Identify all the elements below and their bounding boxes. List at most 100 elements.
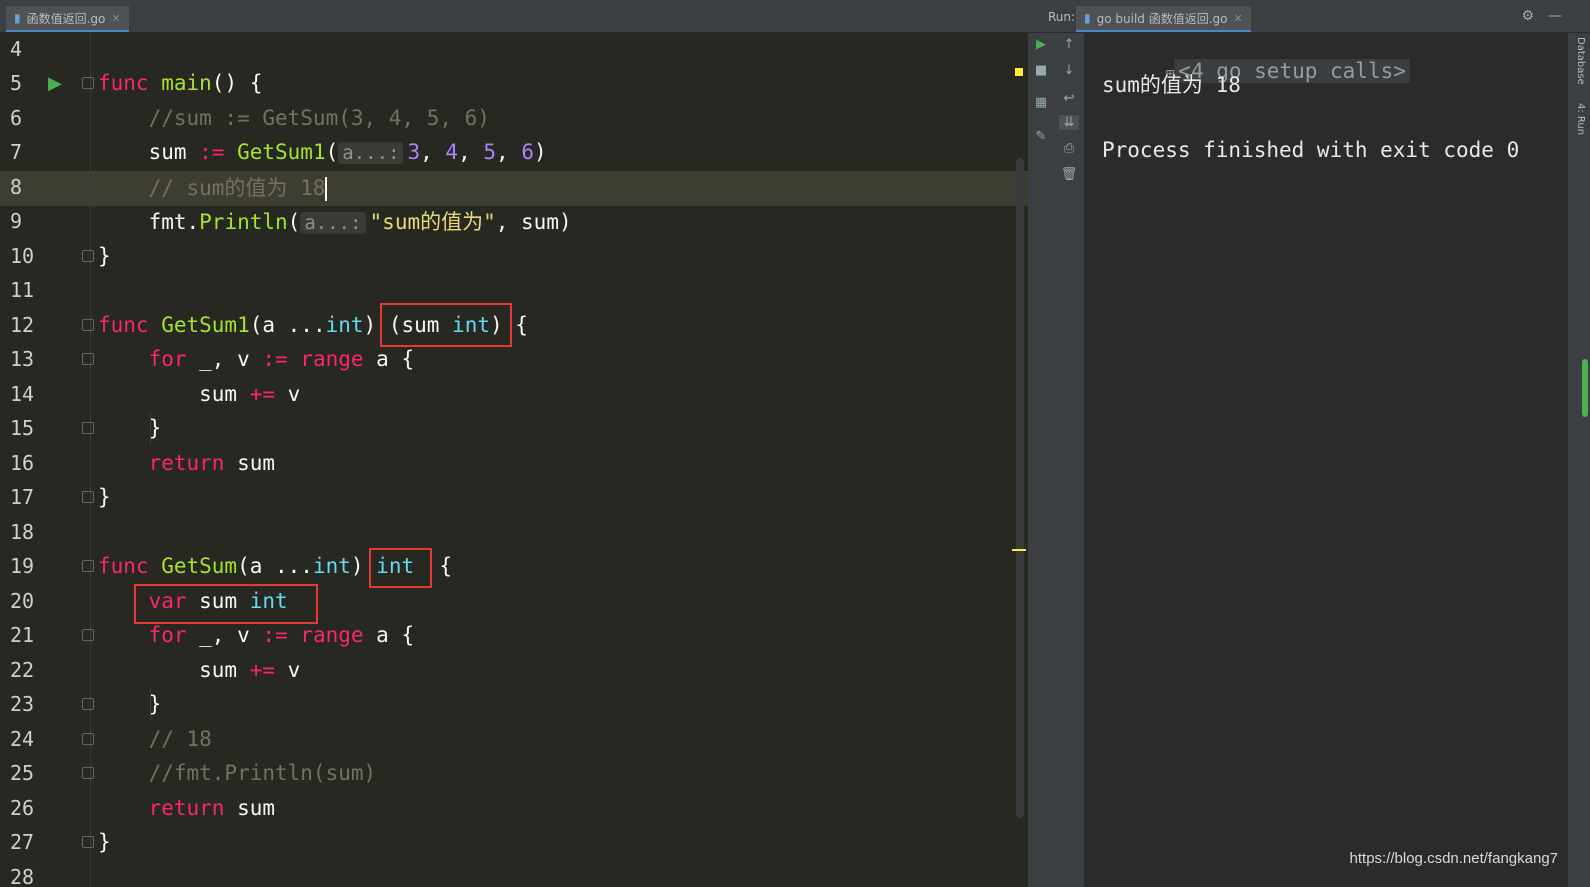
run-gutter-icon[interactable]: ▶ [48, 73, 62, 94]
line-number: 7 [10, 140, 23, 164]
rerun-icon[interactable]: ▶ [1031, 37, 1051, 52]
highlight-box-var-decl [134, 584, 318, 624]
line-number: 10 [10, 243, 35, 268]
code-line[interactable]: 22 sum += v [0, 652, 1040, 687]
code-line[interactable]: 14 sum += v [0, 376, 1040, 411]
code-token: GetSum1 [161, 312, 250, 337]
code-token: } [98, 692, 162, 716]
fold-marker-icon[interactable] [82, 77, 94, 89]
code-line[interactable]: 11 [0, 273, 1040, 308]
fold-marker-icon[interactable] [82, 836, 94, 848]
layout-icon[interactable]: ▦ [1031, 95, 1051, 110]
code-text: //sum := GetSum(3, 4, 5, 6) [98, 106, 490, 130]
code-line[interactable]: 16 return sum [0, 445, 1040, 480]
code-line[interactable]: 28 [0, 859, 1040, 887]
fold-marker-icon[interactable] [82, 767, 94, 779]
code-token: func [98, 554, 162, 578]
line-number: 8 [10, 174, 23, 199]
code-token: _, v [199, 347, 263, 371]
fold-marker-icon[interactable] [82, 422, 94, 434]
line-number: 14 [10, 381, 35, 406]
scroll-marker[interactable] [1012, 549, 1026, 551]
watermark: https://blog.csdn.net/fangkang7 [1349, 850, 1558, 867]
code-token: a { [376, 347, 415, 371]
param-hint: a...: [338, 142, 404, 164]
code-line[interactable]: 26 return sum [0, 790, 1040, 825]
code-line[interactable]: 5 func main() { [0, 66, 1040, 101]
fold-marker-icon[interactable] [82, 560, 94, 572]
code-line[interactable]: 15 } [0, 411, 1040, 446]
scroll-to-end-icon[interactable]: ⇊ [1059, 115, 1079, 130]
code-token: ) [533, 140, 547, 164]
close-icon[interactable]: ✕ [1233, 12, 1242, 25]
fold-marker-icon[interactable] [82, 491, 94, 503]
database-tool-tab[interactable]: Database [1575, 37, 1586, 85]
code-token: v [287, 657, 301, 682]
code-token: "sum的值为" [369, 210, 496, 234]
right-tool-strip: Database 4: Run [1568, 33, 1590, 887]
gear-icon[interactable]: ⚙ [1521, 8, 1534, 24]
run-window-actions: ⚙ — [1521, 8, 1562, 24]
code-line[interactable]: 24 // 18 [0, 721, 1040, 756]
warning-marker[interactable] [1015, 68, 1023, 76]
soft-wrap-icon[interactable]: ↩ [1059, 91, 1079, 106]
console-output[interactable]: ⊞ <4 go setup calls> sum的值为 18 Process fi… [1086, 33, 1568, 887]
code-token: GetSum [161, 554, 238, 578]
run-tool-tab[interactable]: 4: Run [1575, 103, 1586, 135]
fold-marker-icon[interactable] [82, 629, 94, 641]
fold-marker-icon[interactable] [82, 249, 94, 262]
indent-guide [150, 688, 151, 720]
line-number: 15 [10, 416, 35, 440]
code-line[interactable]: 12 func GetSum1(a ...int) (sum int) { [0, 307, 1040, 342]
line-number: 16 [10, 450, 35, 475]
tab-run-config[interactable]: ▮ go build 函数值返回.go ✕ [1076, 6, 1251, 32]
code-line[interactable]: 27} [0, 825, 1040, 860]
pin-icon[interactable]: ✎ [1031, 129, 1051, 144]
code-line[interactable]: 17} [0, 480, 1040, 515]
line-number: 21 [10, 623, 35, 647]
line-number: 6 [10, 105, 23, 130]
code-token: := range [262, 623, 377, 647]
editor-scrollbar[interactable] [1016, 158, 1024, 818]
code-token: fmt. [98, 210, 200, 234]
code-line[interactable]: 25 //fmt.Println(sum) [0, 756, 1040, 791]
stop-icon[interactable]: ■ [1031, 63, 1051, 78]
code-line[interactable]: 10} [0, 238, 1040, 273]
code-token: , [496, 140, 522, 164]
code-line[interactable]: 7 sum := GetSum1(a...: 3, 4, 5, 6) [0, 135, 1040, 170]
fold-marker-icon[interactable] [82, 353, 94, 365]
code-token: func [98, 71, 162, 95]
code-line[interactable]: 4 [0, 33, 1040, 66]
line-number: 26 [10, 795, 35, 820]
line-number: 13 [10, 347, 35, 371]
code-token: main [161, 71, 212, 95]
code-line[interactable]: 23 } [0, 687, 1040, 722]
code-token: ( [325, 140, 339, 164]
up-arrow-icon[interactable]: ↑ [1059, 37, 1079, 52]
line-number: 22 [10, 657, 35, 682]
code-line[interactable]: 8 // sum的值为 18 [0, 169, 1040, 204]
highlight-box-named-return [380, 303, 512, 347]
console-line-exit: Process finished with exit code 0 [1102, 138, 1520, 162]
code-editor[interactable]: 4 5 func main() {6 //sum := GetSum(3, 4, 5… [0, 33, 1040, 887]
code-line[interactable]: 6 //sum := GetSum(3, 4, 5, 6) [0, 100, 1040, 135]
code-line[interactable]: 13 for _, v := range a { [0, 342, 1040, 377]
code-token: GetSum1 [237, 140, 326, 164]
fold-marker-icon[interactable] [82, 698, 94, 710]
code-text: //fmt.Println(sum) [98, 761, 377, 785]
minimize-icon[interactable]: — [1548, 8, 1562, 24]
code-line[interactable]: 19 func GetSum(a ...int) int { [0, 549, 1040, 584]
run-panel: ▶ ↑ ■ ↓ ▦ ↩ ⇊ ✎ ⎙ 🗑 ⊞ <4 go setup calls> … [1028, 33, 1590, 887]
print-icon[interactable]: ⎙ [1059, 141, 1079, 156]
code-token: a { [376, 623, 415, 647]
tab-editor-file[interactable]: ▮ 函数值返回.go ✕ [6, 6, 129, 32]
code-line[interactable]: 9 fmt.Println(a...: "sum的值为", sum) [0, 204, 1040, 239]
code-line[interactable]: 18 [0, 514, 1040, 549]
fold-marker-icon[interactable] [82, 732, 94, 745]
code-token: } [98, 830, 111, 854]
trash-icon[interactable]: 🗑 [1059, 167, 1079, 182]
down-arrow-icon[interactable]: ↓ [1059, 63, 1079, 78]
code-token: for [98, 347, 200, 371]
close-icon[interactable]: ✕ [111, 12, 120, 25]
fold-marker-icon[interactable] [82, 318, 94, 331]
